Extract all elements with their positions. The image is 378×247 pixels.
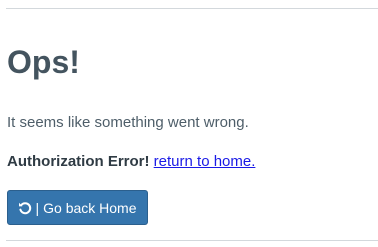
error-message: It seems like something went wrong. xyxy=(7,114,249,131)
error-label: Authorization Error! xyxy=(7,153,150,170)
return-home-link[interactable]: return to home. xyxy=(154,153,256,170)
button-separator: | xyxy=(35,199,40,216)
error-detail: Authorization Error! return to home. xyxy=(7,152,255,172)
error-page: Ops! It seems like something went wrong.… xyxy=(0,0,378,247)
go-back-home-button[interactable]: | Go back Home xyxy=(7,190,148,225)
button-label: Go back Home xyxy=(43,199,137,216)
undo-icon xyxy=(18,201,32,215)
page-title: Ops! xyxy=(7,44,80,80)
bottom-divider xyxy=(6,240,378,241)
top-divider xyxy=(6,8,378,9)
